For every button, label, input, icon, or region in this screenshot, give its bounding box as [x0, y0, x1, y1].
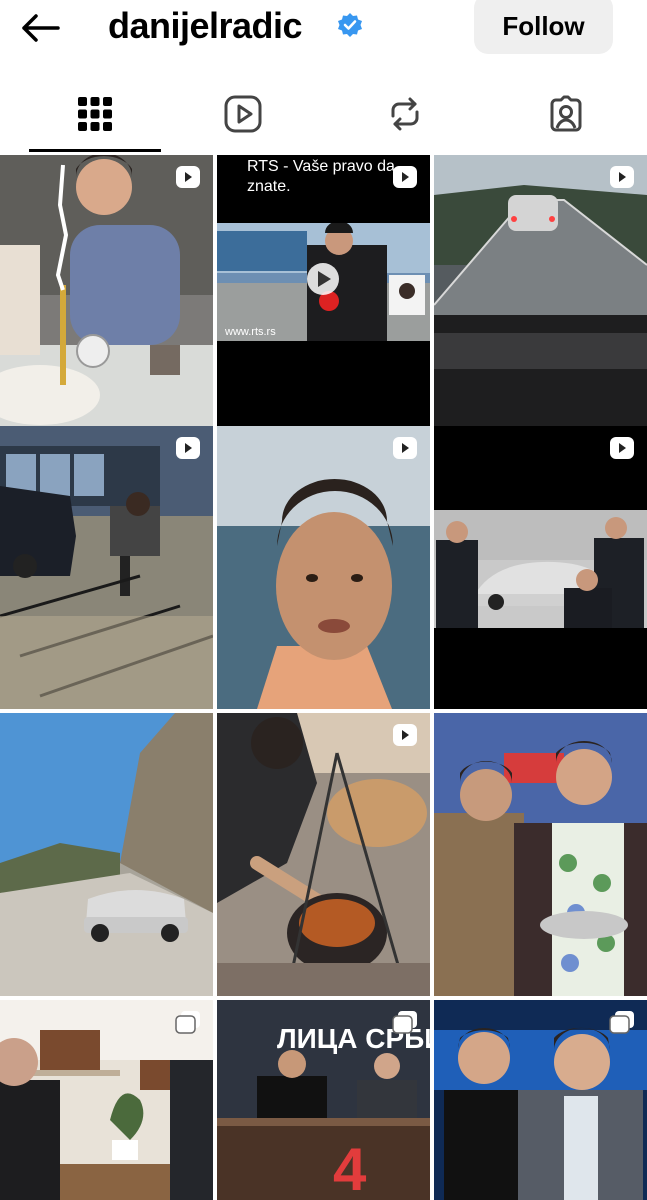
follow-button[interactable]: Follow	[474, 0, 613, 54]
post-thumbnail[interactable]	[434, 1000, 647, 1200]
reel-icon	[393, 437, 417, 459]
tab-reels[interactable]	[203, 84, 283, 152]
post-thumbnail[interactable]: ЛИЦА СРБИЈЕ 4	[217, 1000, 430, 1200]
profile-header: danijelradic Follow	[0, 0, 647, 60]
post-thumbnail[interactable]	[217, 426, 430, 709]
reel-icon	[610, 166, 634, 188]
carousel-icon	[392, 1011, 417, 1034]
post-thumbnail[interactable]	[0, 155, 213, 438]
verified-badge-icon	[338, 13, 362, 37]
post-thumbnail[interactable]	[0, 426, 213, 709]
post-thumbnail[interactable]	[434, 713, 647, 996]
reel-icon	[393, 166, 417, 188]
tab-tagged[interactable]	[526, 84, 606, 152]
post-thumbnail[interactable]	[0, 1000, 213, 1200]
post-thumbnail[interactable]	[434, 155, 647, 438]
reel-icon	[393, 724, 417, 746]
profile-tabs	[0, 84, 647, 154]
reel-icon	[176, 166, 200, 188]
carousel-icon	[175, 1011, 200, 1034]
watermark-text: www.rts.rs	[224, 326, 276, 338]
grid-icon	[78, 97, 112, 131]
reel-icon	[610, 437, 634, 459]
repost-icon	[391, 97, 419, 131]
post-thumbnail[interactable]	[434, 426, 647, 709]
reels-icon	[224, 95, 262, 133]
tab-posts[interactable]	[29, 84, 161, 152]
profile-username: danijelradic	[108, 5, 303, 46]
reel-icon	[176, 437, 200, 459]
post-thumbnail[interactable]	[217, 713, 430, 996]
svg-text:4: 4	[333, 1136, 367, 1200]
posts-grid: RTS - Vaše pravo da znate. www.rts.rs ЛИ…	[0, 155, 647, 1200]
back-arrow-icon[interactable]	[18, 8, 64, 48]
tab-reposts[interactable]	[365, 84, 445, 152]
post-thumbnail[interactable]: RTS - Vaše pravo da znate. www.rts.rs	[217, 155, 430, 438]
post-thumbnail[interactable]	[0, 713, 213, 996]
carousel-icon	[609, 1011, 634, 1034]
tagged-icon	[550, 95, 582, 132]
